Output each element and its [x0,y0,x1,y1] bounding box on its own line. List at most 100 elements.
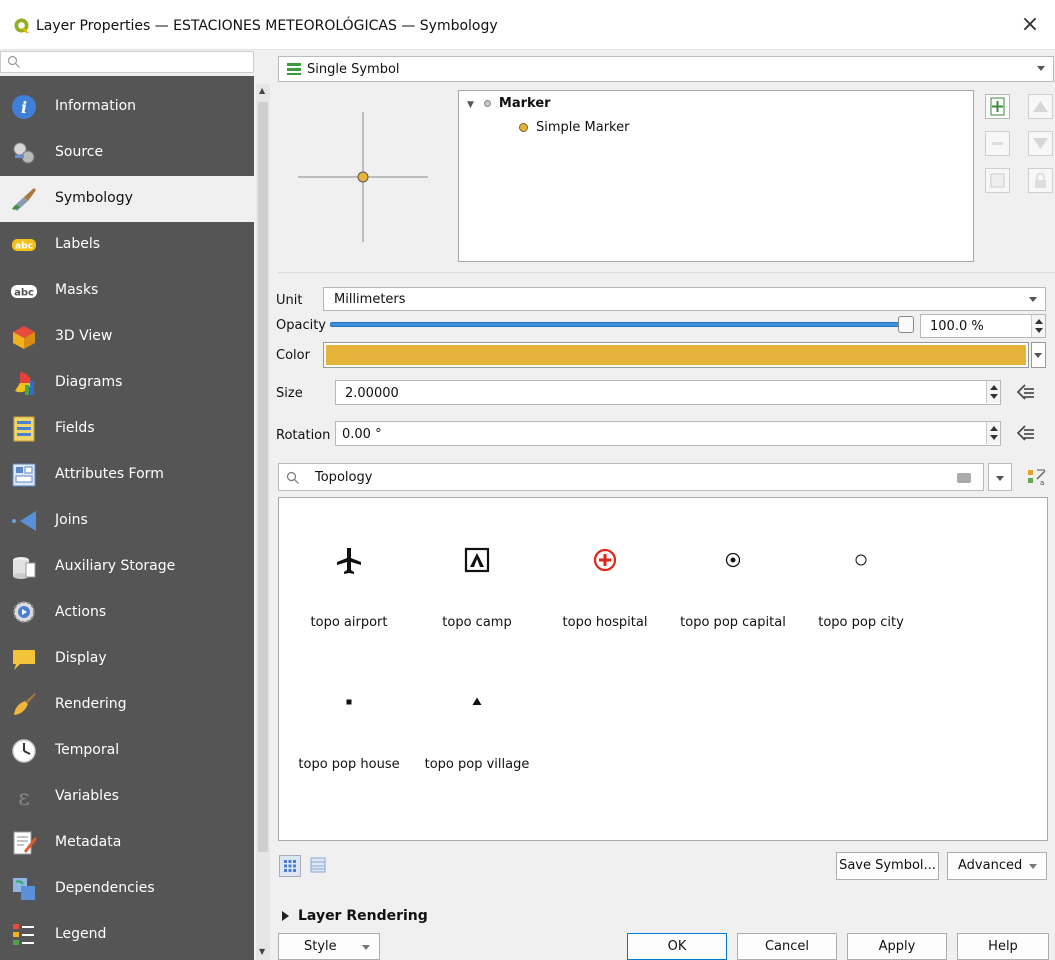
opacity-slider-handle[interactable] [898,316,914,333]
gallery-item[interactable]: topo camp [407,498,547,630]
style-button[interactable]: Style [278,933,380,960]
spin-arrows-icon[interactable] [986,381,1000,403]
duplicate-layer-button[interactable] [985,168,1010,193]
sidebar-item-symbology[interactable]: Symbology [0,176,254,222]
rotation-label: Rotation [276,428,331,443]
sidebar-item-attributes-form[interactable]: Attributes Form [0,452,254,498]
clear-search-icon[interactable] [957,473,971,483]
close-button[interactable]: × [1017,12,1043,37]
sidebar-item-information[interactable]: i Information [0,84,254,130]
unit-select[interactable]: Millimeters [323,287,1046,311]
tree-row-simple-marker[interactable]: Simple Marker [519,120,629,135]
opacity-slider[interactable] [330,322,910,327]
gallery-item[interactable]: topo pop capital [663,498,803,630]
arrow-down-icon [1033,138,1048,149]
sidebar-item-fields[interactable]: Fields [0,406,254,452]
scroll-up-icon[interactable]: ▲ [259,86,265,95]
sidebar-item-source[interactable]: Source [0,130,254,176]
gallery-item[interactable]: topo pop village [407,640,547,772]
sidebar-item-label: Joins [55,512,88,528]
diagrams-icon [15,372,34,395]
apply-button[interactable]: Apply [847,933,947,960]
metadata-icon [13,831,37,855]
gallery-item-label: topo pop village [424,757,530,772]
size-label: Size [276,386,303,401]
gallery-item[interactable]: topo pop city [791,498,931,630]
sidebar-item-joins[interactable]: Joins [0,498,254,544]
symbol-layer-tree[interactable]: ▼ Marker Simple Marker [458,90,974,262]
ok-button[interactable]: OK [627,933,727,960]
sidebar-item-3d-view[interactable]: 3D View [0,314,254,360]
gallery-item[interactable]: topo hospital [535,498,675,630]
remove-layer-button[interactable] [985,131,1010,156]
gallery-item-label: topo pop house [298,757,400,772]
gallery-item[interactable]: topo airport [279,498,419,630]
add-layer-button[interactable] [985,94,1010,119]
data-defined-override-icon[interactable] [1015,382,1037,402]
scroll-down-icon[interactable]: ▼ [259,947,265,956]
rotation-spinbox[interactable]: 0.00 ° [335,421,1001,446]
title-bar: Layer Properties — ESTACIONES METEOROLÓG… [0,0,1055,50]
move-down-button[interactable] [1028,131,1053,156]
layer-rendering-toggle[interactable]: Layer Rendering [282,908,428,924]
sidebar-item-auxiliary-storage[interactable]: Auxiliary Storage [0,544,254,590]
save-symbol-button[interactable]: Save Symbol... [836,852,939,880]
help-button[interactable]: Help [957,933,1049,960]
paintbrush-icon [12,188,36,211]
lock-layer-button[interactable] [1028,168,1053,193]
spin-arrows-icon[interactable] [986,422,1000,444]
joins-icon [12,511,36,531]
sidebar-search-input[interactable] [0,51,254,73]
sidebar-item-label: Symbology [55,190,133,206]
opacity-spinbox[interactable]: 100.0 % [920,314,1046,338]
sidebar-item-legend[interactable]: Legend [0,912,254,958]
symbol-group-dropdown[interactable] [988,463,1012,491]
sidebar-item-labels[interactable]: abc Labels [0,222,254,268]
list-view-button[interactable] [308,855,330,877]
advanced-button[interactable]: Advanced [947,852,1047,880]
sidebar-item-diagrams[interactable]: Diagrams [0,360,254,406]
gallery-item[interactable]: topo pop house [279,640,419,772]
sidebar-item-label: Legend [55,926,107,942]
sidebar-scrollbar[interactable]: ▲ ▼ [256,84,270,960]
scrollbar-thumb[interactable] [258,102,268,852]
hospital-icon [593,548,617,572]
spin-arrows-icon[interactable] [1031,315,1045,337]
cancel-button[interactable]: Cancel [737,933,837,960]
renderer-select[interactable]: Single Symbol [278,56,1054,82]
style-manager-icon[interactable]: a [1025,466,1049,488]
qgis-logo-icon [14,18,29,33]
color-swatch [326,345,1026,365]
icon-view-button[interactable] [279,855,301,877]
data-defined-override-icon[interactable] [1015,423,1037,443]
chevron-down-icon [362,945,370,950]
sidebar-item-label: Rendering [55,696,127,712]
sidebar-item-dependencies[interactable]: Dependencies [0,866,254,912]
sidebar-item-metadata[interactable]: Metadata [0,820,254,866]
expand-arrow-icon[interactable]: ▼ [467,100,474,110]
symbol-search-input[interactable]: Topology [278,463,984,491]
sidebar-item-display[interactable]: Display [0,636,254,682]
sidebar-item-temporal[interactable]: Temporal [0,728,254,774]
labels-icon: abc [12,239,36,252]
sidebar-item-label: Attributes Form [55,466,164,482]
size-spinbox[interactable]: 2.00000 [335,380,1001,405]
sidebar-item-label: Variables [55,788,119,804]
sidebar-item-masks[interactable]: abc Masks [0,268,254,314]
sidebar-item-variables[interactable]: ε Variables [0,774,254,820]
add-icon [990,97,1005,116]
sidebar-item-actions[interactable]: Actions [0,590,254,636]
gallery-item-label: topo airport [310,615,388,630]
color-menu-button[interactable] [1031,342,1046,368]
sidebar: i Information Source Symbology abc Label… [0,76,254,960]
move-up-button[interactable] [1028,94,1053,119]
sidebar-item-label: Information [55,98,137,114]
tree-row-marker[interactable]: ▼ Marker [467,96,551,111]
symbol-gallery[interactable]: topo airport topo camp topo hospital top… [278,497,1048,841]
remove-icon [992,142,1003,145]
sidebar-item-label: Masks [55,282,99,298]
sidebar-item-rendering[interactable]: Rendering [0,682,254,728]
color-button[interactable] [323,342,1029,368]
sidebar-item-label: Actions [55,604,107,620]
tree-root-label: Marker [498,96,551,111]
